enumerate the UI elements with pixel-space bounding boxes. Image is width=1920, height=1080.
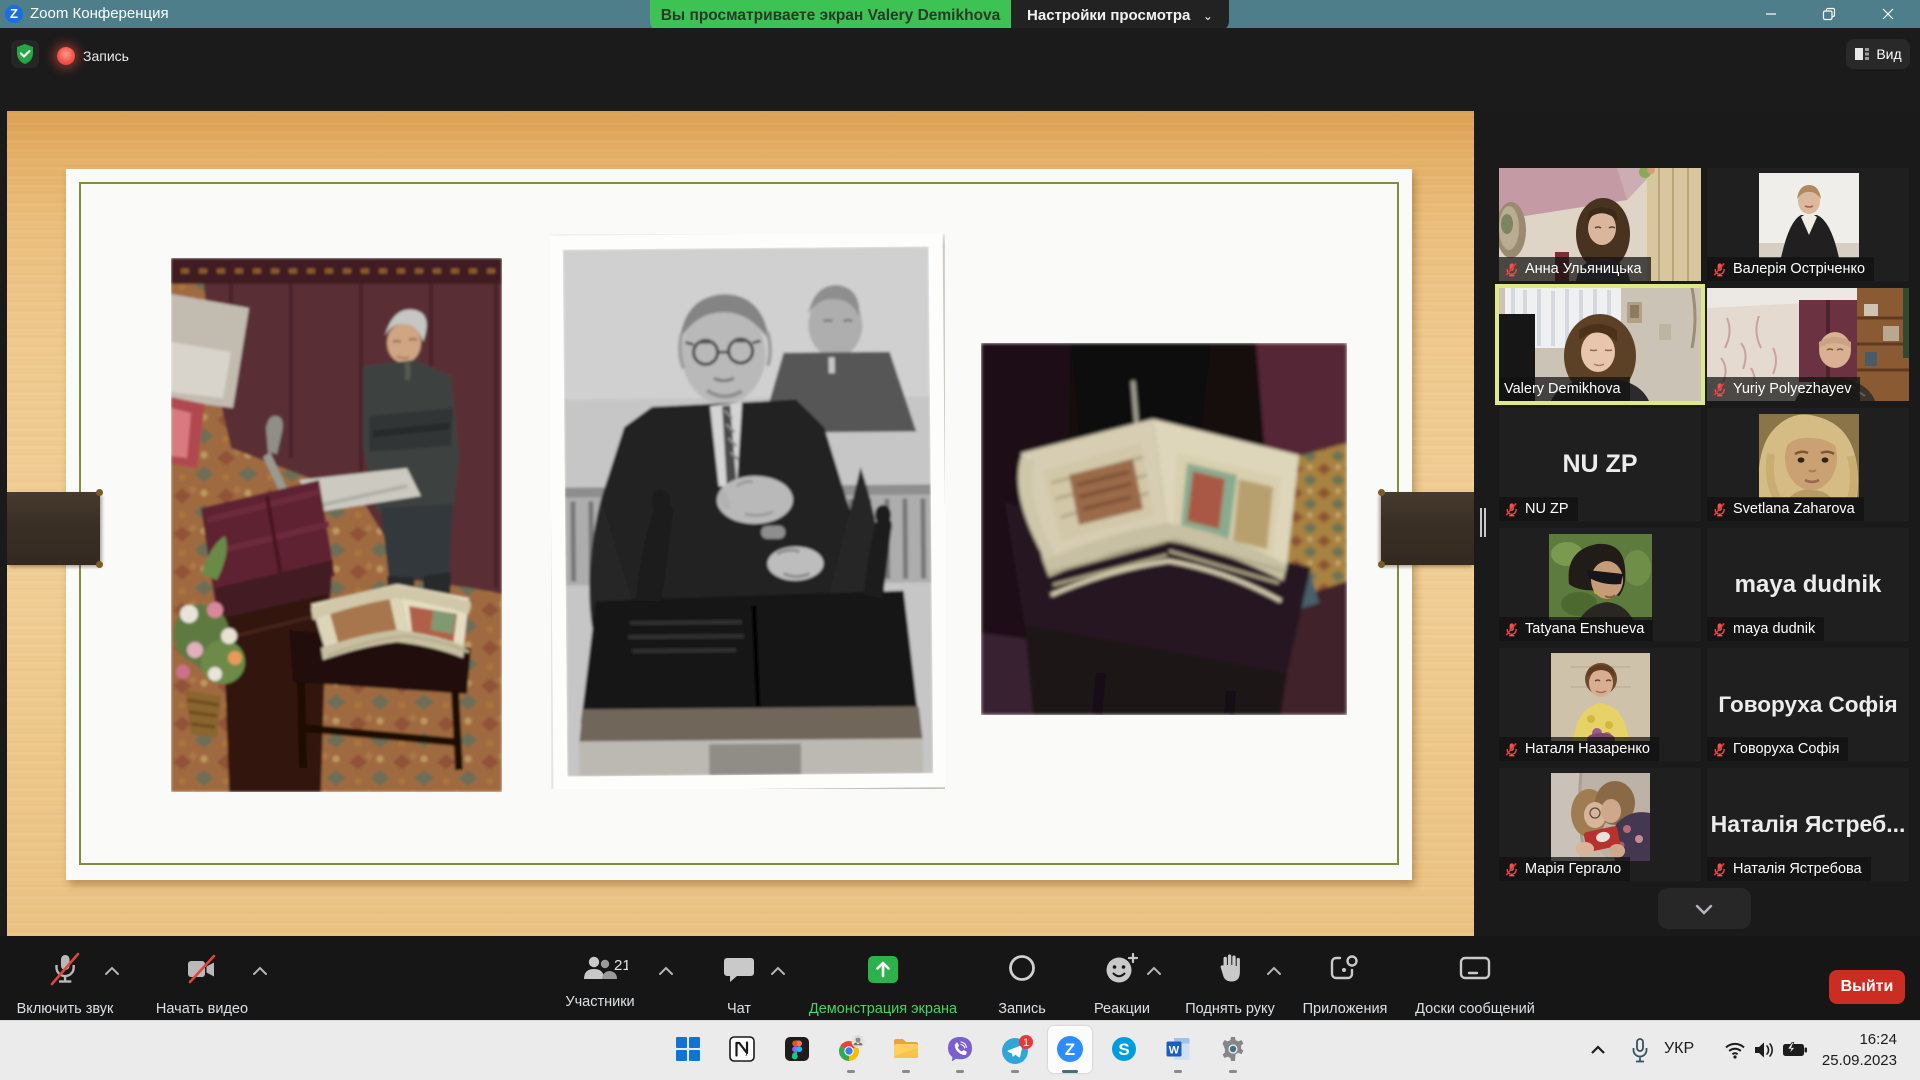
svg-text:21: 21 xyxy=(614,957,628,974)
svg-text:Z: Z xyxy=(1065,1040,1075,1059)
svg-text:1: 1 xyxy=(1023,1037,1029,1049)
svg-text:W: W xyxy=(1169,1045,1180,1057)
svg-text:S: S xyxy=(1118,1040,1129,1059)
